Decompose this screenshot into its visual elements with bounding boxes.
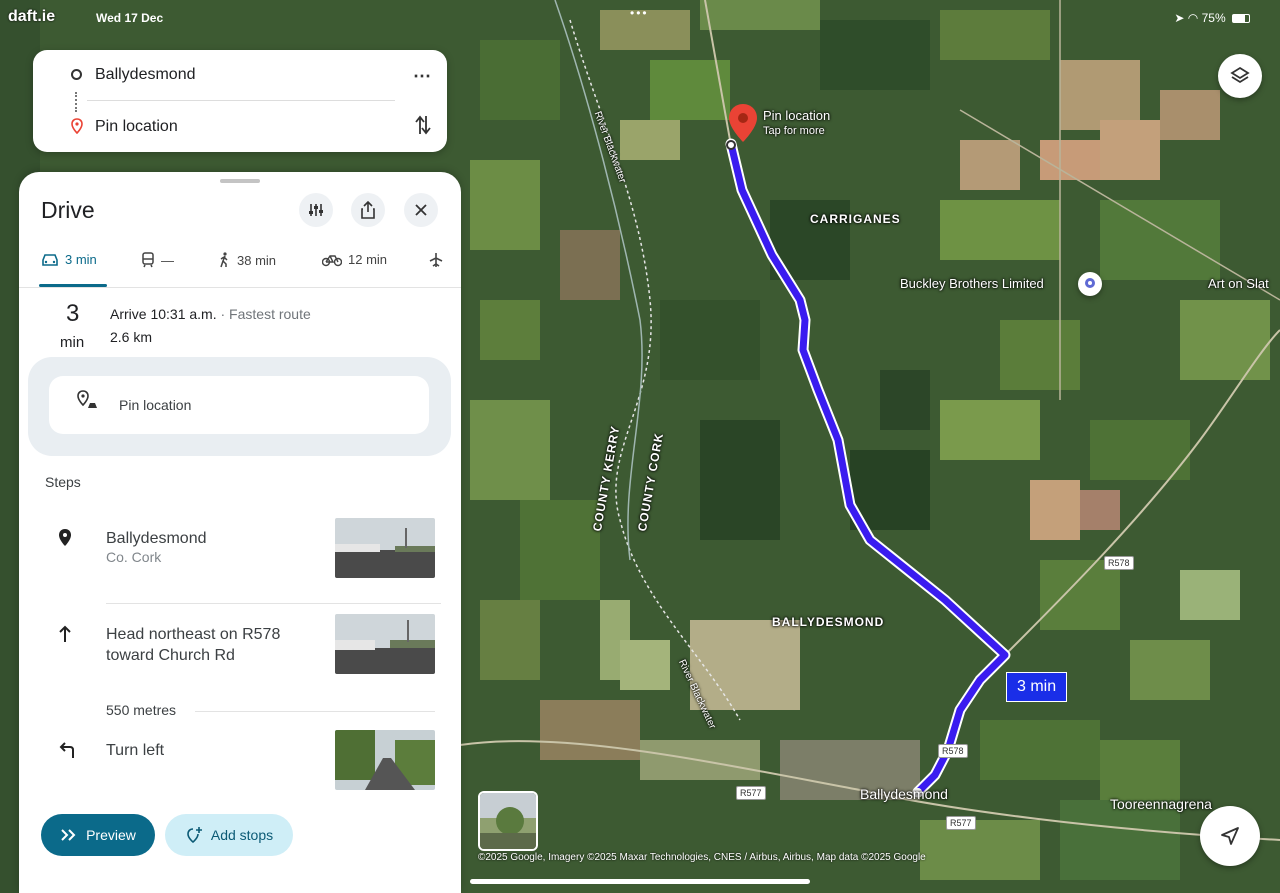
pin-subtitle[interactable]: Tap for more <box>763 125 825 137</box>
road-shield: R578 <box>1104 556 1134 570</box>
destination-card: Pin location <box>28 357 451 456</box>
my-location-button[interactable] <box>1200 806 1260 866</box>
share-button[interactable] <box>351 193 385 227</box>
location-pin-icon <box>59 529 71 546</box>
tab-flight[interactable] <box>428 252 444 268</box>
label-carriganes: CARRIGANES <box>810 212 901 226</box>
arrival-time: Arrive 10:31 a.m. · Fastest route <box>110 306 311 322</box>
street-view-thumbnail[interactable] <box>335 614 435 674</box>
step-title: Head northeast on R578 toward Church Rd <box>106 626 281 664</box>
label-ballydesmond-town: Ballydesmond <box>860 786 948 802</box>
share-icon <box>361 201 375 219</box>
destination-pin-icon[interactable] <box>729 104 757 142</box>
poi-buckley-brothers[interactable]: Buckley Brothers Limited <box>900 276 1044 291</box>
street-view-thumbnail[interactable] <box>335 518 435 578</box>
arrow-up-icon <box>59 625 71 642</box>
turn-left-icon <box>59 742 74 758</box>
home-indicator[interactable] <box>470 879 810 884</box>
bike-icon <box>322 254 342 266</box>
label-ballydesmond-townland: BALLYDESMOND <box>772 615 885 629</box>
origin-dot-icon <box>71 69 82 80</box>
road-shield: R578 <box>938 744 968 758</box>
double-chevron-icon <box>61 829 76 841</box>
label-tooreennagrena: Tooreennagrena <box>1110 796 1212 812</box>
trip-distance: 2.6 km <box>110 329 153 345</box>
preview-button[interactable]: Preview <box>41 814 155 856</box>
transit-icon <box>142 252 154 268</box>
poi-marker-icon[interactable] <box>1078 272 1102 296</box>
trip-minutes-unit: min <box>60 334 85 351</box>
drag-handle[interactable] <box>220 179 260 183</box>
route-duration-badge[interactable]: 3 min <box>1006 672 1068 702</box>
destination-label: Pin location <box>119 397 192 413</box>
navigation-arrow-icon <box>1221 827 1239 845</box>
add-stops-button[interactable]: Add stops <box>165 814 293 856</box>
tab-walk[interactable]: 38 min <box>217 252 276 268</box>
divider <box>87 100 395 101</box>
status-bar: Wed 17 Dec ••• ➤ ◠ 75% <box>0 6 1280 28</box>
location-parking-icon <box>77 390 97 408</box>
walk-icon <box>220 252 228 268</box>
battery-icon <box>1232 14 1250 24</box>
route-options-button[interactable] <box>299 193 333 227</box>
add-location-icon <box>187 827 202 844</box>
wifi-icon: ➤ ◠ <box>1174 11 1202 25</box>
tab-bike[interactable]: 12 min <box>322 252 387 267</box>
destination-row[interactable]: Pin location <box>49 376 429 434</box>
tab-transit[interactable]: — <box>141 252 174 268</box>
step-title: Turn left <box>106 742 165 759</box>
battery-level: ➤ ◠ 75% <box>1174 11 1250 25</box>
destination-pin-icon <box>71 118 83 134</box>
flight-icon <box>429 253 443 267</box>
step-subtitle: Co. Cork <box>106 549 162 565</box>
active-tab-indicator <box>39 284 107 287</box>
travel-mode-tabs: 3 min — 38 min 12 min <box>19 242 461 288</box>
divider <box>106 603 441 604</box>
pin-title[interactable]: Pin location <box>763 108 830 123</box>
directions-panel: Drive 3 min — 38 min 12 min 3 min Arrive… <box>19 172 461 893</box>
car-icon <box>42 253 58 266</box>
status-date: Wed 17 Dec <box>96 11 164 25</box>
layers-button[interactable] <box>1218 54 1262 98</box>
destination-field[interactable]: Pin location <box>95 118 178 136</box>
street-view-thumbnail[interactable] <box>478 791 538 851</box>
steps-heading: Steps <box>45 474 81 490</box>
road-shield: R577 <box>946 816 976 830</box>
map-attribution: ©2025 Google, Imagery ©2025 Maxar Techno… <box>478 852 926 863</box>
divider <box>195 711 435 712</box>
trip-minutes: 3 <box>66 300 80 327</box>
step-title: Ballydesmond <box>106 530 207 547</box>
route-connector <box>75 92 77 112</box>
sliders-icon <box>309 204 323 216</box>
close-icon <box>415 204 427 216</box>
road-shield: R577 <box>736 786 766 800</box>
step-distance: 550 metres <box>106 702 177 718</box>
multitask-dots[interactable]: ••• <box>630 6 649 20</box>
swap-icon[interactable] <box>415 114 431 141</box>
route-type: · Fastest route <box>216 306 311 322</box>
more-options-icon[interactable]: ⋯ <box>413 66 431 87</box>
close-button[interactable] <box>404 193 438 227</box>
origin-field[interactable]: Ballydesmond <box>95 66 196 84</box>
tab-drive[interactable]: 3 min <box>41 252 97 267</box>
poi-art-on-slate[interactable]: Art on Slat <box>1208 276 1269 291</box>
street-view-thumbnail[interactable] <box>335 730 435 790</box>
route-search-card: Ballydesmond Pin location ⋯ <box>33 50 447 152</box>
layers-icon <box>1230 66 1250 84</box>
panel-title: Drive <box>41 197 95 223</box>
